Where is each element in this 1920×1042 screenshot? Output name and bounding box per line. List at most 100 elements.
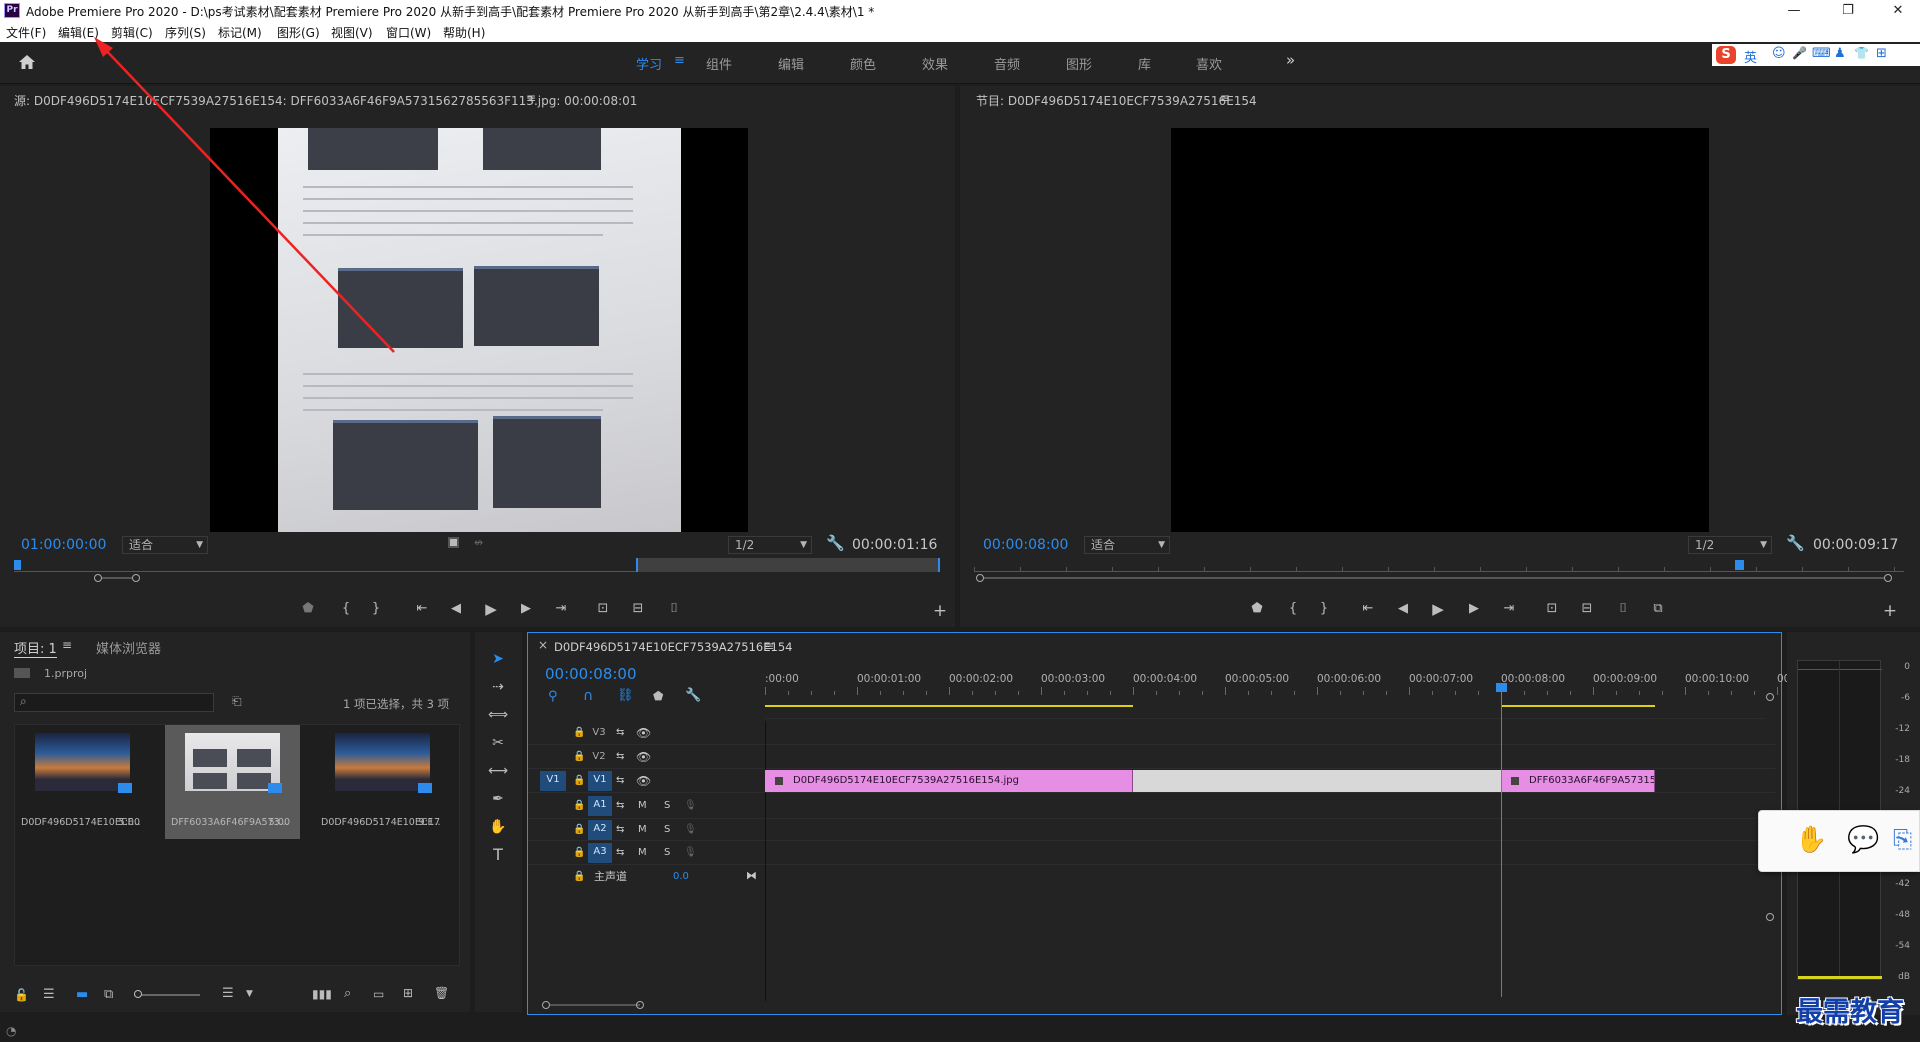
workspace-graphics[interactable]: 图形 bbox=[1066, 54, 1092, 73]
source-step-back-icon[interactable]: ◀ bbox=[446, 599, 466, 619]
media-browser-tab[interactable]: 媒体浏览器 bbox=[96, 638, 161, 657]
mute-track-button[interactable]: M bbox=[638, 797, 647, 815]
source-settings-wrench-icon[interactable]: 🔧 bbox=[826, 534, 845, 552]
track-sync-lock-icon[interactable]: ⇆ bbox=[616, 748, 624, 766]
source-time-ruler[interactable] bbox=[14, 558, 940, 572]
timeline-clip[interactable]: DFF6033A6F46F9A57315627 bbox=[1501, 770, 1655, 792]
playhead-handle-icon[interactable] bbox=[1496, 683, 1507, 692]
freeform-view-icon[interactable]: ⧉ bbox=[104, 987, 113, 1002]
workspace-learn[interactable]: 学习 bbox=[636, 54, 662, 73]
maximize-button[interactable]: ❐ bbox=[1828, 1, 1868, 20]
program-compare-icon[interactable]: ⧉ bbox=[1648, 599, 1668, 619]
project-item[interactable]: D0DF496D5174E10ECF... 9:17 bbox=[315, 725, 450, 839]
track-sync-lock-icon[interactable]: ⇆ bbox=[616, 772, 624, 790]
track-lock-icon[interactable]: 🔒 bbox=[573, 748, 585, 766]
toggle-output-eye-icon[interactable]: 👁 bbox=[636, 748, 651, 766]
toggle-output-eye-icon[interactable]: 👁 bbox=[636, 724, 651, 742]
project-item-selected[interactable]: DFF6033A6F46F9A573... 5:00 bbox=[165, 725, 300, 839]
master-expand-icon[interactable]: ⧓ bbox=[746, 867, 757, 885]
thumbnail-size-slider[interactable] bbox=[134, 990, 200, 998]
workspace-libraries[interactable]: 库 bbox=[1138, 54, 1151, 73]
workspace-audio[interactable]: 音频 bbox=[994, 54, 1020, 73]
chat-bubble-icon[interactable]: 💬 bbox=[1847, 825, 1879, 855]
track-label-v3[interactable]: V3 bbox=[588, 724, 610, 742]
chevron-down-icon[interactable]: ▼ bbox=[246, 989, 253, 999]
track-sync-lock-icon[interactable]: ⇆ bbox=[616, 797, 624, 815]
timeline-close-icon[interactable]: × bbox=[538, 638, 548, 652]
timeline-timecode[interactable]: 00:00:08:00 bbox=[545, 665, 637, 683]
snap-icon[interactable]: ∩ bbox=[583, 688, 593, 704]
program-step-back-icon[interactable]: ◀ bbox=[1393, 599, 1413, 619]
ripple-edit-tool-icon[interactable]: ⟺ bbox=[483, 702, 513, 728]
list-view-icon[interactable]: ☰ bbox=[43, 987, 55, 1002]
timeline-tab[interactable]: D0DF496D5174E10ECF7539A27516E154 bbox=[554, 640, 792, 654]
track-lock-icon[interactable]: 🔒 bbox=[573, 797, 585, 815]
menu-clip[interactable]: 剪辑(C) bbox=[111, 24, 153, 41]
source-drag-video-icon[interactable] bbox=[448, 537, 459, 548]
program-lift-icon[interactable]: ⊡ bbox=[1542, 599, 1562, 619]
program-monitor-title[interactable]: 节目: D0DF496D5174E10ECF7539A27516E154 bbox=[976, 92, 1257, 109]
program-panel-menu-icon[interactable]: ≡ bbox=[1220, 91, 1230, 105]
new-bin-from-search-icon[interactable]: ⎗ bbox=[232, 694, 242, 709]
workspace-favorites[interactable]: 喜欢 bbox=[1196, 54, 1222, 73]
source-zoom-scrollbar[interactable] bbox=[14, 574, 940, 583]
trash-icon[interactable]: 🗑 bbox=[434, 986, 449, 1000]
menu-window[interactable]: 窗口(W) bbox=[386, 24, 431, 41]
track-label-a2[interactable]: A2 bbox=[588, 820, 612, 840]
menu-view[interactable]: 视图(V) bbox=[331, 24, 373, 41]
source-step-forward-icon[interactable]: ▶ bbox=[516, 599, 536, 619]
type-tool-icon[interactable]: T bbox=[483, 842, 513, 868]
program-step-forward-icon[interactable]: ▶ bbox=[1464, 599, 1484, 619]
source-patch-v1[interactable]: V1 bbox=[540, 771, 566, 791]
project-item[interactable]: D0DF496D5174E10ECF... 5:00 bbox=[15, 725, 150, 839]
workspace-color[interactable]: 颜色 bbox=[850, 54, 876, 73]
ime-skin-icon[interactable]: 👕 bbox=[1854, 46, 1869, 60]
track-lock-icon[interactable]: 🔒 bbox=[573, 772, 585, 790]
linked-selection-icon[interactable]: ⛓ bbox=[617, 688, 634, 703]
workspace-editing[interactable]: 编辑 bbox=[778, 54, 804, 73]
source-play-icon[interactable]: ▶ bbox=[481, 599, 501, 619]
project-tab-menu-icon[interactable]: ≡ bbox=[62, 638, 72, 652]
new-item-icon[interactable]: ⊞ bbox=[403, 986, 413, 1000]
program-add-marker-icon[interactable]: ⬟ bbox=[1247, 599, 1267, 619]
ime-keyboard-icon[interactable]: ⌨ bbox=[1812, 46, 1831, 61]
track-label-a3[interactable]: A3 bbox=[588, 843, 612, 863]
program-mark-in-icon[interactable]: { bbox=[1283, 599, 1303, 619]
source-quality-dropdown[interactable]: 1/2 ▼ bbox=[728, 536, 812, 554]
source-fit-dropdown[interactable]: 适合 ▼ bbox=[122, 536, 208, 554]
nest-toggle-icon[interactable]: ⚲ bbox=[548, 689, 558, 704]
timeline-tab-menu-icon[interactable]: ≡ bbox=[764, 639, 774, 653]
close-button[interactable]: ✕ bbox=[1878, 1, 1918, 20]
master-volume-value[interactable]: 0.0 bbox=[673, 868, 689, 886]
screenshot-icon[interactable]: ⎘ bbox=[1893, 825, 1912, 853]
hand-tool-icon[interactable]: ✋ bbox=[483, 814, 513, 840]
minimize-button[interactable]: — bbox=[1774, 1, 1814, 20]
menu-file[interactable]: 文件(F) bbox=[6, 24, 46, 41]
add-marker-icon[interactable]: ⬟ bbox=[653, 689, 663, 703]
source-timecode[interactable]: 01:00:00:00 bbox=[21, 537, 106, 553]
source-add-marker-icon[interactable]: ⬟ bbox=[298, 599, 318, 619]
pen-tool-icon[interactable]: ✒ bbox=[483, 786, 513, 812]
source-mark-in-icon[interactable]: { bbox=[336, 599, 356, 619]
voice-over-mic-icon[interactable]: 🎙 bbox=[684, 821, 697, 839]
menu-help[interactable]: 帮助(H) bbox=[443, 24, 485, 41]
program-add-button-icon[interactable]: + bbox=[1880, 601, 1900, 621]
selection-tool-icon[interactable]: ➤ bbox=[483, 646, 513, 672]
track-sync-lock-icon[interactable]: ⇆ bbox=[616, 724, 624, 742]
mute-track-button[interactable]: M bbox=[638, 844, 647, 862]
find-icon[interactable]: ⌕ bbox=[344, 986, 351, 1001]
program-playhead-icon[interactable] bbox=[1735, 560, 1744, 570]
solo-track-button[interactable]: S bbox=[664, 821, 670, 839]
voice-over-mic-icon[interactable]: 🎙 bbox=[684, 797, 697, 815]
program-play-icon[interactable]: ▶ bbox=[1428, 599, 1448, 619]
source-export-frame-icon[interactable]: ⌷ bbox=[664, 599, 684, 619]
program-go-to-out-icon[interactable]: ⇥ bbox=[1499, 599, 1519, 619]
track-lock-icon[interactable]: 🔒 bbox=[573, 868, 585, 886]
track-lock-icon[interactable]: 🔒 bbox=[573, 821, 585, 839]
source-go-to-out-icon[interactable]: ⇥ bbox=[551, 599, 571, 619]
track-label-v1[interactable]: V1 bbox=[588, 771, 612, 791]
program-timecode[interactable]: 00:00:08:00 bbox=[983, 537, 1068, 553]
toggle-output-eye-icon[interactable]: 👁 bbox=[636, 772, 651, 790]
menu-graphics[interactable]: 图形(G) bbox=[277, 24, 320, 41]
track-select-tool-icon[interactable]: ⇢ bbox=[483, 674, 513, 700]
